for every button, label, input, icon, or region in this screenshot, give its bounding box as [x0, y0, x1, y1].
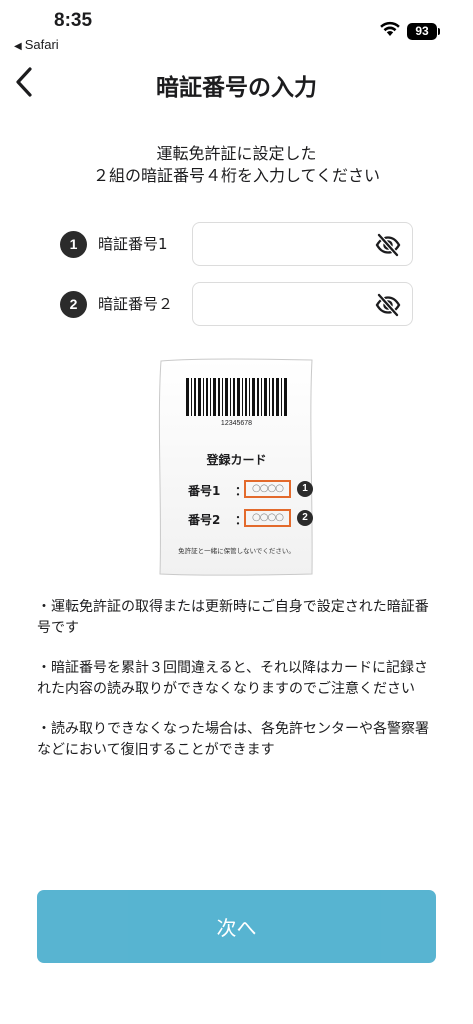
battery-nub — [438, 28, 440, 35]
pin-row-2: 2 暗証番号２ — [60, 282, 413, 326]
barcode-number: 12345678 — [220, 420, 253, 427]
pin-2-input[interactable] — [193, 283, 363, 325]
back-to-safari[interactable]: ◀ Safari — [14, 37, 59, 52]
pin-number-badge: 1 — [60, 231, 87, 258]
note-item: ・暗証番号を累計３回間違えると、それ以降はカードに記録された内容の読み取りができ… — [37, 660, 429, 697]
next-button[interactable]: 次へ — [37, 890, 436, 963]
back-app-label: Safari — [24, 37, 59, 52]
note-item: ・運転免許証の取得または更新時にご自身で設定された暗証番号です — [37, 599, 429, 636]
pin-number-badge: 2 — [60, 291, 87, 318]
barcode-graphic — [186, 378, 287, 416]
pin-1-input[interactable] — [193, 223, 363, 265]
card-note: 免許証と一緒に保管しないでください。 — [178, 547, 295, 555]
pin-row-1: 1 暗証番号1 — [60, 222, 413, 266]
back-triangle-icon: ◀ — [14, 41, 22, 52]
instruction-text: 運転免許証に設定した ２組の暗証番号４桁を入力してください — [0, 143, 473, 187]
registration-card-illustration: 12345678 登録カード 番号1 ： ○○○○ 1 番号2 ： ○○○○ 2… — [158, 358, 315, 576]
wifi-icon — [380, 21, 400, 36]
card-row-number-badge: 2 — [297, 510, 313, 526]
notes-list: ・運転免許証の取得または更新時にご自身で設定された暗証番号です ・暗証番号を累計… — [37, 597, 437, 780]
card-row-number-badge: 1 — [297, 481, 313, 497]
pin-1-field — [192, 222, 413, 266]
card-title: 登録カード — [206, 453, 267, 467]
instruction-line-1: 運転免許証に設定した — [156, 144, 317, 163]
page-title: 暗証番号の入力 — [156, 75, 317, 101]
pin-boxes-highlight: ○○○○ — [244, 480, 291, 498]
pin-2-field — [192, 282, 413, 326]
card-row-label: 番号1 — [188, 484, 221, 498]
instruction-line-2: ２組の暗証番号４桁を入力してください — [92, 166, 381, 185]
eye-slash-icon[interactable] — [375, 293, 401, 317]
eye-slash-icon[interactable] — [375, 233, 401, 257]
pin-boxes-highlight: ○○○○ — [244, 509, 291, 527]
card-row-label: 番号2 — [188, 513, 221, 527]
pin-label: 暗証番号1 — [98, 235, 168, 253]
pin-label: 暗証番号２ — [98, 295, 174, 313]
battery-indicator: 93 — [407, 23, 437, 40]
note-item: ・読み取りできなくなった場合は、各免許センターや各警察署などにおいて復旧すること… — [37, 721, 429, 758]
status-time: 8:35 — [54, 10, 93, 31]
